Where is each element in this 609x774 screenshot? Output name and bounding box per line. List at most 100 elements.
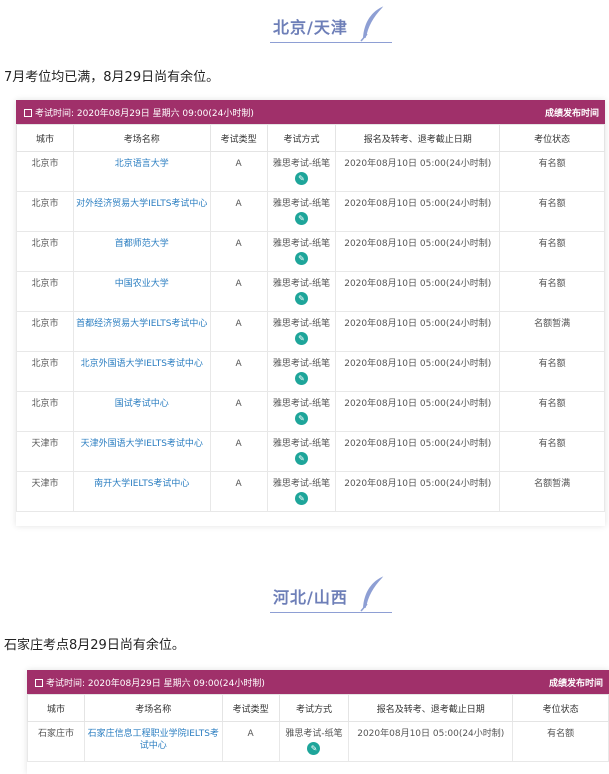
col-header-venue: 考场名称 — [83, 694, 223, 722]
exam-table: 城市 考场名称 考试类型 考试方式 报名及转考、退考截止日期 考位状态 石家庄市… — [27, 694, 609, 762]
cell-city: 北京市 — [31, 359, 59, 369]
table-row: 北京市 中国农业大学 A 雅思考试-纸笔 ✎ 2020年08月10日 05:00(24小时… — [16, 271, 605, 312]
venue-link[interactable]: 首都师范大学 — [115, 239, 169, 249]
cell-exam-type: A — [235, 239, 242, 249]
col-header-status: 考位状态 — [512, 694, 609, 722]
table-row: 北京市 首都师范大学 A 雅思考试-纸笔 ✎ 2020年08月10日 05:00(24小时… — [16, 231, 605, 272]
table-row: 石家庄市 石家庄信息工程职业学院IELTS考试中心 A 雅思考试-纸笔 ✎ 2020年08… — [27, 721, 609, 762]
table-row: 北京市 北京语言大学 A 雅思考试-纸笔 ✎ 2020年08月10日 05:00(24小时… — [16, 151, 605, 192]
cell-exam-type: A — [235, 319, 242, 329]
cell-status: 名额暂满 — [534, 319, 571, 329]
venue-link[interactable]: 北京语言大学 — [115, 159, 169, 169]
pen-icon[interactable]: ✎ — [294, 372, 308, 385]
pen-icon[interactable]: ✎ — [294, 412, 308, 425]
cell-city: 石家庄市 — [37, 729, 74, 739]
cell-city: 北京市 — [31, 399, 59, 409]
col-header-mode: 考试方式 — [278, 694, 350, 722]
result-release-link[interactable]: 成绩发布时间 — [545, 106, 599, 119]
section-note: 石家庄考点8月29日尚有余位。 — [4, 638, 185, 653]
pen-icon[interactable]: ✎ — [294, 332, 308, 345]
cell-status: 有名额 — [547, 729, 575, 739]
cell-status: 有名额 — [538, 439, 566, 449]
table-row: 天津市 天津外国语大学IELTS考试中心 A 雅思考试-纸笔 ✎ 2020年08月10日 … — [16, 431, 605, 472]
exam-time-label: 考试时间: 2020年08月29日 星期六 09:00(24小时制) — [46, 679, 265, 689]
cell-city: 北京市 — [31, 279, 59, 289]
cell-exam-type: A — [235, 439, 242, 449]
col-header-type: 考试类型 — [221, 694, 280, 722]
pen-icon[interactable]: ✎ — [294, 212, 308, 225]
col-header-city: 城市 — [16, 124, 74, 152]
cell-deadline: 2020年08月10日 05:00(24小时制) — [344, 399, 492, 409]
cell-exam-mode: 雅思考试-纸笔 — [272, 159, 331, 169]
venue-link[interactable]: 中国农业大学 — [115, 279, 169, 289]
venue-link[interactable]: 天津外国语大学IELTS考试中心 — [81, 439, 203, 449]
exam-time-bar: 考试时间: 2020年08月29日 星期六 09:00(24小时制) 成绩发布时… — [27, 670, 609, 694]
cell-exam-mode: 雅思考试-纸笔 — [272, 199, 331, 209]
cell-exam-mode: 雅思考试-纸笔 — [272, 359, 331, 369]
cell-deadline: 2020年08月10日 05:00(24小时制) — [344, 439, 492, 449]
pen-icon[interactable]: ✎ — [294, 172, 308, 185]
table-header-row: 城市 考场名称 考试类型 考试方式 报名及转考、退考截止日期 考位状态 — [16, 124, 605, 152]
region-title-text: 北京/天津 — [273, 18, 348, 37]
region-title-text: 河北/山西 — [273, 588, 348, 607]
cell-exam-type: A — [247, 729, 254, 739]
table-row: 天津市 南开大学IELTS考试中心 A 雅思考试-纸笔 ✎ 2020年08月10日 05:… — [16, 471, 605, 512]
table-row: 北京市 北京外国语大学IELTS考试中心 A 雅思考试-纸笔 ✎ 2020年08月10日 … — [16, 351, 605, 392]
cell-city: 天津市 — [31, 479, 59, 489]
cell-exam-type: A — [235, 159, 242, 169]
exam-card-hebei: 考试时间: 2020年08月29日 星期六 09:00(24小时制) 成绩发布时… — [27, 670, 609, 774]
exam-card-beijing: 考试时间: 2020年08月29日 星期六 09:00(24小时制) 成绩发布时… — [16, 100, 605, 526]
venue-link[interactable]: 首都经济贸易大学IELTS考试中心 — [76, 319, 207, 329]
col-header-deadline: 报名及转考、退考截止日期 — [335, 124, 501, 152]
cell-deadline: 2020年08月10日 05:00(24小时制) — [344, 359, 492, 369]
pen-icon[interactable]: ✎ — [294, 492, 308, 505]
calendar-icon — [35, 679, 43, 687]
pen-icon[interactable]: ✎ — [294, 252, 308, 265]
cell-city: 北京市 — [31, 239, 59, 249]
col-header-deadline: 报名及转考、退考截止日期 — [348, 694, 514, 722]
pen-icon[interactable]: ✎ — [294, 452, 308, 465]
venue-link[interactable]: 石家庄信息工程职业学院IELTS考试中心 — [88, 729, 219, 751]
cell-status: 有名额 — [538, 279, 566, 289]
col-header-type: 考试类型 — [209, 124, 268, 152]
cell-deadline: 2020年08月10日 05:00(24小时制) — [344, 239, 492, 249]
venue-link[interactable]: 对外经济贸易大学IELTS考试中心 — [76, 199, 207, 209]
pen-icon[interactable]: ✎ — [294, 292, 308, 305]
cell-exam-type: A — [235, 359, 242, 369]
cell-exam-mode: 雅思考试-纸笔 — [285, 729, 343, 739]
col-header-status: 考位状态 — [499, 124, 605, 152]
calendar-icon — [24, 109, 32, 117]
cell-city: 北京市 — [31, 199, 59, 209]
cell-exam-mode: 雅思考试-纸笔 — [272, 279, 331, 289]
table-row: 北京市 首都经济贸易大学IELTS考试中心 A 雅思考试-纸笔 ✎ 2020年08月10日… — [16, 311, 605, 352]
cell-exam-mode: 雅思考试-纸笔 — [272, 479, 331, 489]
table-header-row: 城市 考场名称 考试类型 考试方式 报名及转考、退考截止日期 考位状态 — [27, 694, 609, 722]
venue-link[interactable]: 国试考试中心 — [115, 399, 169, 409]
title-underline — [270, 612, 392, 613]
cell-deadline: 2020年08月10日 05:00(24小时制) — [344, 279, 492, 289]
cell-exam-type: A — [235, 199, 242, 209]
exam-time-label: 考试时间: 2020年08月29日 星期六 09:00(24小时制) — [35, 109, 254, 119]
cell-city: 天津市 — [31, 439, 59, 449]
col-header-mode: 考试方式 — [266, 124, 337, 152]
venue-link[interactable]: 北京外国语大学IELTS考试中心 — [81, 359, 203, 369]
cell-city: 北京市 — [31, 319, 59, 329]
cell-exam-type: A — [235, 279, 242, 289]
exam-time-bar: 考试时间: 2020年08月29日 星期六 09:00(24小时制) 成绩发布时… — [16, 100, 605, 124]
section-note: 7月考位均已满，8月29日尚有余位。 — [4, 70, 220, 85]
table-row: 北京市 对外经济贸易大学IELTS考试中心 A 雅思考试-纸笔 ✎ 2020年08月10日… — [16, 191, 605, 232]
cell-deadline: 2020年08月10日 05:00(24小时制) — [344, 479, 492, 489]
feather-icon — [360, 575, 385, 612]
cell-city: 北京市 — [31, 159, 59, 169]
pen-icon[interactable]: ✎ — [307, 742, 321, 755]
venue-link[interactable]: 南开大学IELTS考试中心 — [94, 479, 189, 489]
cell-status: 有名额 — [538, 239, 566, 249]
cell-exam-type: A — [235, 479, 242, 489]
cell-deadline: 2020年08月10日 05:00(24小时制) — [357, 729, 505, 739]
result-release-link[interactable]: 成绩发布时间 — [549, 676, 603, 689]
cell-status: 有名额 — [538, 199, 566, 209]
cell-status: 有名额 — [538, 359, 566, 369]
exam-table: 城市 考场名称 考试类型 考试方式 报名及转考、退考截止日期 考位状态 北京市北… — [16, 124, 605, 512]
cell-exam-mode: 雅思考试-纸笔 — [272, 439, 331, 449]
col-header-city: 城市 — [27, 694, 85, 722]
